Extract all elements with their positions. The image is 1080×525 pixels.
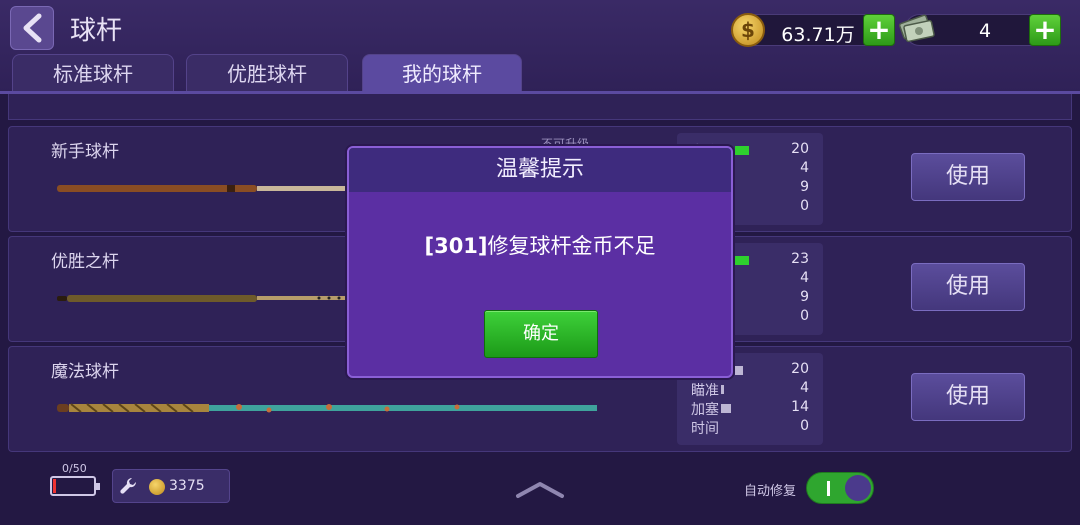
confirm-button[interactable]: 确定	[484, 310, 598, 358]
coin-icon: $	[731, 13, 765, 47]
stat-aim: 瞄准 4	[689, 380, 809, 399]
wrench-icon	[115, 472, 143, 500]
tab-winner-cues[interactable]: 优胜球杆	[186, 54, 348, 92]
stat-value: 20	[791, 141, 809, 157]
toggle-on-indicator	[827, 481, 830, 496]
auto-repair-label: 自动修复	[744, 484, 797, 499]
stat-value: 23	[791, 251, 809, 267]
chevron-left-icon	[23, 13, 42, 43]
use-cue-button[interactable]: 使用	[911, 153, 1025, 201]
cue-name: 优胜之杆	[51, 252, 119, 272]
alert-dialog: 温馨提示 [301]修复球杆金币不足 确定	[347, 146, 733, 378]
tab-my-cues[interactable]: 我的球杆	[362, 54, 522, 92]
stat-value: 20	[791, 361, 809, 377]
dialog-title: 温馨提示	[349, 148, 731, 192]
stat-label: 时间	[691, 421, 719, 437]
error-text: 修复球杆金币不足	[487, 234, 656, 258]
stat-value: 4	[800, 380, 809, 396]
use-cue-button[interactable]: 使用	[911, 263, 1025, 311]
stat-value: 9	[800, 179, 809, 195]
stat-value: 0	[800, 198, 809, 214]
cue-name: 新手球杆	[51, 142, 119, 162]
toggle-knob	[845, 475, 871, 501]
cue-image	[57, 403, 597, 413]
cue-controls: 0/50 3375 自动修复	[0, 452, 1080, 525]
stat-value: 4	[800, 270, 809, 286]
stat-bar	[721, 385, 724, 394]
coin-value: 63.71万	[781, 24, 855, 46]
use-cue-button[interactable]: 使用	[911, 373, 1025, 421]
add-coins-button[interactable]: +	[863, 14, 895, 46]
stat-label: 加塞	[691, 402, 719, 418]
cue-name: 魔法球杆	[51, 362, 119, 382]
cash-value: 4	[978, 20, 992, 42]
dialog-message: [301]修复球杆金币不足	[349, 230, 731, 260]
stat-label: 瞄准	[691, 383, 719, 399]
auto-repair-toggle[interactable]	[806, 472, 874, 504]
stat-bar	[721, 404, 731, 413]
repair-cost: 3375	[169, 478, 205, 494]
cash-icon	[898, 14, 935, 43]
add-cash-button[interactable]: +	[1029, 14, 1061, 46]
durability-label: 0/50	[62, 462, 87, 475]
stat-bar	[735, 146, 749, 155]
stat-value: 9	[800, 289, 809, 305]
stat-value: 14	[791, 399, 809, 415]
coin-icon	[149, 479, 165, 495]
partial-cue-row	[8, 94, 1072, 120]
repair-button[interactable]: 3375	[112, 469, 230, 503]
page-title: 球杆	[70, 16, 123, 46]
tab-standard-cues[interactable]: 标准球杆	[12, 54, 174, 92]
stat-bar	[735, 256, 749, 265]
chevron-up-icon[interactable]	[514, 480, 566, 500]
stat-time: 时间 0	[689, 418, 809, 437]
stat-value: 4	[800, 160, 809, 176]
stat-value: 0	[800, 418, 809, 434]
stat-spin: 加塞 14	[689, 399, 809, 418]
durability-fill	[53, 479, 56, 493]
coin-balance: $ 63.71万 +	[731, 13, 895, 47]
top-bar: 球杆 $ 63.71万 + 4 + 标准球杆 优胜球杆 我的球杆	[0, 0, 1080, 92]
durability-battery-icon	[50, 476, 100, 496]
cash-balance: 4 +	[898, 14, 1061, 46]
stat-bar	[735, 366, 743, 375]
back-button[interactable]	[10, 6, 54, 50]
stat-value: 0	[800, 308, 809, 324]
error-code: [301]	[424, 234, 488, 258]
